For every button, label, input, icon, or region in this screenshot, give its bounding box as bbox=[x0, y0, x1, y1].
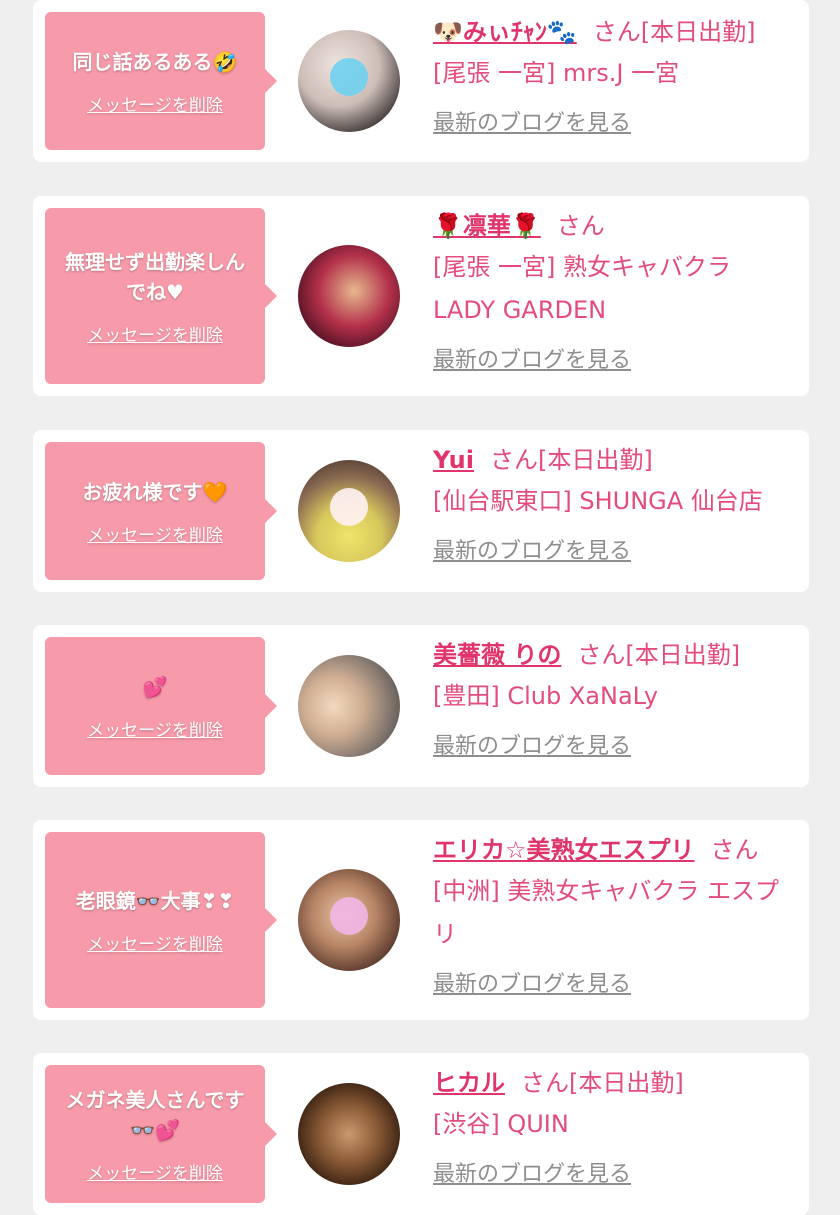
shop-name: [尾張 一宮] 熟女キャバクラ LADY GARDEN bbox=[433, 253, 731, 324]
latest-blog-link[interactable]: 最新のブログを見る bbox=[433, 1156, 631, 1188]
message-text: 💕 bbox=[142, 674, 168, 699]
message-text: 無理せず出勤楽しんでね♥ bbox=[65, 249, 245, 304]
message-bubble: メガネ美人さんです👓💕 メッセージを削除 bbox=[45, 1065, 277, 1203]
profile-info: ヒカル さん[本日出勤] [渋谷] QUIN 最新のブログを見る bbox=[433, 1067, 795, 1188]
cast-name-link[interactable]: ヒカル bbox=[433, 1069, 505, 1097]
latest-blog-link[interactable]: 最新のブログを見る bbox=[433, 105, 631, 137]
profile-info: 🐶みぃﾁｬﾝ🐾 さん[本日出勤] [尾張 一宮] mrs.J 一宮 最新のブログを… bbox=[433, 16, 795, 137]
latest-blog-link[interactable]: 最新のブログを見る bbox=[433, 342, 631, 374]
avatar[interactable] bbox=[298, 1083, 400, 1185]
avatar[interactable] bbox=[298, 460, 400, 562]
status-badge: [本日出勤] bbox=[537, 446, 653, 474]
honorific: さん bbox=[489, 446, 538, 474]
message-card: お疲れ様です🧡 メッセージを削除 Yui さん[本日出勤] [仙台駅東口] SHU… bbox=[33, 430, 809, 592]
status-badge: [本日出勤] bbox=[640, 18, 756, 46]
message-text: 老眼鏡👓大事❣❣ bbox=[75, 888, 235, 913]
sticker-icon bbox=[330, 897, 368, 935]
delete-message-link[interactable]: メッセージを削除 bbox=[87, 521, 223, 546]
honorific: さん bbox=[710, 836, 759, 864]
honorific: さん bbox=[521, 1069, 569, 1097]
avatar[interactable] bbox=[298, 869, 400, 971]
cast-name-link[interactable]: 美薔薇 りの bbox=[433, 641, 561, 669]
shop-name: [中洲] 美熟女キャバクラ エスプリ bbox=[433, 877, 779, 948]
message-card: メガネ美人さんです👓💕 メッセージを削除 ヒカル さん[本日出勤] [渋谷] QU… bbox=[33, 1053, 809, 1215]
profile-info: エリカ☆美熟女エスプリ さん [中洲] 美熟女キャバクラ エスプリ 最新のブログを… bbox=[433, 834, 795, 998]
bunny-sticker-icon bbox=[330, 488, 368, 526]
message-bubble: お疲れ様です🧡 メッセージを削除 bbox=[45, 442, 277, 580]
avatar[interactable] bbox=[298, 245, 400, 347]
message-bubble: 💕 メッセージを削除 bbox=[45, 637, 277, 775]
status-badge: [本日出勤] bbox=[569, 1069, 684, 1097]
delete-message-link[interactable]: メッセージを削除 bbox=[87, 716, 223, 741]
heart-sticker-icon bbox=[330, 58, 368, 96]
message-bubble: 老眼鏡👓大事❣❣ メッセージを削除 bbox=[45, 832, 277, 1008]
shop-name: [豊田] Club XaNaLy bbox=[433, 682, 659, 710]
honorific: さん bbox=[592, 18, 641, 46]
message-text: メガネ美人さんです👓💕 bbox=[65, 1087, 245, 1142]
delete-message-link[interactable]: メッセージを削除 bbox=[87, 930, 223, 955]
delete-message-link[interactable]: メッセージを削除 bbox=[87, 321, 223, 346]
honorific: さん bbox=[577, 641, 626, 669]
shop-name: [尾張 一宮] mrs.J 一宮 bbox=[433, 59, 680, 87]
message-card: 💕 メッセージを削除 美薔薇 りの さん[本日出勤] [豊田] Club XaNa… bbox=[33, 625, 809, 787]
profile-info: Yui さん[本日出勤] [仙台駅東口] SHUNGA 仙台店 最新のブログを見る bbox=[433, 444, 795, 565]
message-card: 同じ話あるある🤣 メッセージを削除 🐶みぃﾁｬﾝ🐾 さん[本日出勤] [尾張 一宮… bbox=[33, 0, 809, 162]
profile-info: 美薔薇 りの さん[本日出勤] [豊田] Club XaNaLy 最新のブログを見… bbox=[433, 639, 795, 760]
latest-blog-link[interactable]: 最新のブログを見る bbox=[433, 966, 631, 998]
latest-blog-link[interactable]: 最新のブログを見る bbox=[433, 533, 631, 565]
cast-name-link[interactable]: 🌹凛華🌹 bbox=[433, 212, 541, 240]
shop-name: [渋谷] QUIN bbox=[433, 1110, 569, 1138]
latest-blog-link[interactable]: 最新のブログを見る bbox=[433, 728, 631, 760]
delete-message-link[interactable]: メッセージを削除 bbox=[87, 1159, 223, 1184]
delete-message-link[interactable]: メッセージを削除 bbox=[87, 91, 223, 116]
cast-name-link[interactable]: Yui bbox=[433, 446, 474, 474]
avatar[interactable] bbox=[298, 30, 400, 132]
profile-info: 🌹凛華🌹 さん [尾張 一宮] 熟女キャバクラ LADY GARDEN 最新のブロ… bbox=[433, 210, 795, 374]
cast-name-link[interactable]: エリカ☆美熟女エスプリ bbox=[433, 836, 695, 864]
message-text: お疲れ様です🧡 bbox=[82, 479, 228, 504]
cast-name-link[interactable]: 🐶みぃﾁｬﾝ🐾 bbox=[433, 18, 577, 46]
avatar[interactable] bbox=[298, 655, 400, 757]
message-text: 同じ話あるある🤣 bbox=[72, 49, 238, 74]
honorific: さん bbox=[556, 212, 605, 240]
message-card: 老眼鏡👓大事❣❣ メッセージを削除 エリカ☆美熟女エスプリ さん [中洲] 美熟女… bbox=[33, 820, 809, 1020]
message-bubble: 無理せず出勤楽しんでね♥ メッセージを削除 bbox=[45, 208, 277, 384]
message-bubble: 同じ話あるある🤣 メッセージを削除 bbox=[45, 12, 277, 150]
status-badge: [本日出勤] bbox=[625, 641, 741, 669]
shop-name: [仙台駅東口] SHUNGA 仙台店 bbox=[433, 487, 763, 515]
message-card: 無理せず出勤楽しんでね♥ メッセージを削除 🌹凛華🌹 さん [尾張 一宮] 熟女キ… bbox=[33, 196, 809, 396]
